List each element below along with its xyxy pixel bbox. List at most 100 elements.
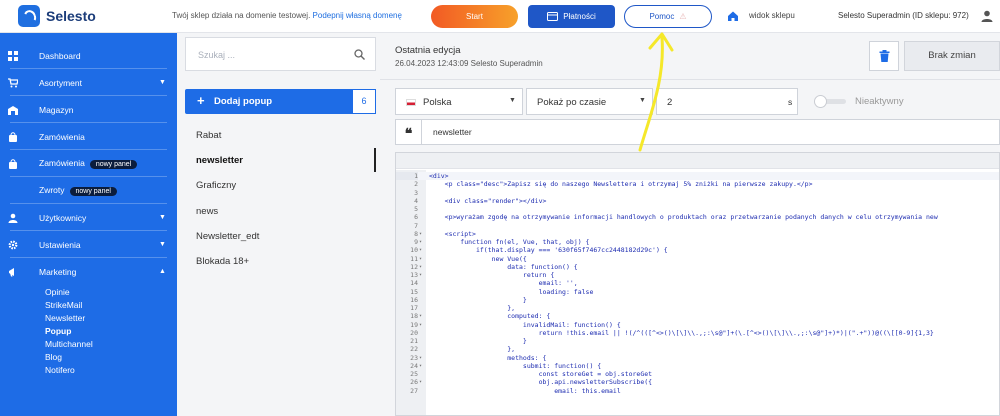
grid-icon: [8, 50, 18, 61]
code-line[interactable]: 2 <p class="desc">Zapisz się do naszego …: [396, 180, 999, 188]
domain-notice: Twój sklep działa na domenie testowej. P…: [172, 11, 402, 20]
add-popup-button[interactable]: + Dodaj popup: [185, 89, 376, 114]
code-line[interactable]: 22 },: [396, 345, 999, 353]
popup-list-item[interactable]: Blokada 18+: [196, 256, 249, 267]
sidebar-subitem-notifero[interactable]: Notifero: [45, 365, 75, 375]
top-bar: Selesto Twój sklep działa na domenie tes…: [0, 0, 1000, 33]
code-line[interactable]: 14 email: '',: [396, 279, 999, 287]
popup-list-item[interactable]: news: [196, 206, 218, 217]
code-line[interactable]: 26 ▾ obj.api.newsletterSubscribe({: [396, 378, 999, 386]
active-toggle[interactable]: [814, 95, 846, 108]
code-line[interactable]: 10 ▾ if(that.display === '630f65f7467cc24…: [396, 246, 999, 254]
code-line[interactable]: 4 <div class="render"></div>: [396, 196, 999, 205]
line-number: 17: [410, 304, 418, 312]
line-number: 3: [414, 188, 418, 197]
fold-arrow-icon[interactable]: ▾: [419, 238, 422, 246]
popup-list-item[interactable]: Graficzny: [196, 180, 236, 191]
code-line[interactable]: 17 },: [396, 304, 999, 312]
line-number: 1: [396, 172, 418, 181]
code-text: invalidMail: function() {: [429, 320, 621, 329]
code-line[interactable]: 23 ▾ methods: {: [396, 353, 999, 362]
fold-arrow-icon[interactable]: ▾: [419, 362, 422, 370]
user-account-icon[interactable]: [980, 9, 994, 23]
code-line[interactable]: 8 ▾ <script>: [396, 230, 999, 238]
sidebar-subitem-popup[interactable]: Popup: [45, 326, 71, 336]
search-icon[interactable]: [354, 49, 365, 60]
code-line[interactable]: 11 ▾ new Vue({: [396, 255, 999, 263]
popup-search[interactable]: Szukaj ...: [185, 37, 376, 71]
sidebar-subitem-multichannel[interactable]: Multichannel: [45, 339, 93, 349]
sidebar-item-orders-new[interactable]: Zamówienia nowy panel: [0, 150, 177, 177]
sidebar-item-label: Zwroty nowy panel: [39, 185, 117, 196]
line-number: 9: [414, 238, 418, 246]
code-line[interactable]: 13 ▾ return {: [396, 271, 999, 279]
code-line[interactable]: 15 loading: false: [396, 288, 999, 296]
sidebar-item-dashboard[interactable]: Dashboard: [0, 42, 177, 69]
fold-arrow-icon[interactable]: ▾: [419, 378, 422, 386]
sidebar-item-settings[interactable]: Ustawienia ▼: [0, 231, 177, 258]
sidebar-subitem-strikemail[interactable]: StrikeMail: [45, 300, 82, 310]
home-icon[interactable]: [726, 9, 740, 23]
fold-arrow-icon[interactable]: ▾: [419, 321, 422, 329]
cart-icon: [8, 77, 18, 87]
fold-arrow-icon[interactable]: ▾: [419, 312, 422, 320]
country-select[interactable]: Polska ▼: [395, 88, 523, 115]
fold-arrow-icon[interactable]: ▾: [419, 246, 422, 254]
logo[interactable]: Selesto: [18, 5, 96, 27]
code-text: email: this.email: [429, 386, 621, 395]
search-input[interactable]: Szukaj ...: [198, 50, 235, 60]
sidebar-subitem-blog[interactable]: Blog: [45, 352, 62, 362]
code-line[interactable]: 9 ▾ function fn(el, Vue, that, obj) {: [396, 238, 999, 246]
fold-arrow-icon[interactable]: ▾: [419, 255, 422, 263]
sidebar-item-marketing[interactable]: Marketing ▲: [0, 258, 177, 285]
active-toggle-label: Nieaktywny: [855, 96, 904, 107]
code-line[interactable]: 25 const storeGet = obj.storeGet: [396, 370, 999, 378]
code-editor[interactable]: 1 <div> 2 <p class="desc">Zapisz się do na…: [395, 152, 1000, 416]
no-changes-button[interactable]: Brak zmian: [904, 41, 1000, 71]
annotation-arrow: [638, 32, 674, 152]
chevron-down-icon: ▼: [509, 97, 516, 104]
code-line[interactable]: 27 email: this.email: [396, 386, 999, 395]
fold-arrow-icon[interactable]: ▾: [419, 230, 422, 238]
code-line[interactable]: 6 <p>wyrażam zgodę na otrzymywanie infor…: [396, 213, 999, 221]
code-line[interactable]: 19 ▾ invalidMail: function() {: [396, 320, 999, 329]
code-text: computed: {: [429, 312, 551, 321]
sidebar-item-users[interactable]: Użytkownicy ▼: [0, 204, 177, 231]
fold-arrow-icon[interactable]: ▾: [419, 263, 422, 271]
code-line[interactable]: 18 ▾ computed: {: [396, 312, 999, 321]
sidebar-item-orders[interactable]: Zamówienia: [0, 123, 177, 150]
start-button[interactable]: Start: [431, 5, 518, 28]
code-line[interactable]: 7: [396, 222, 999, 230]
code-line[interactable]: 1 <div>: [396, 172, 999, 181]
code-line[interactable]: 16 }: [396, 295, 999, 304]
code-line[interactable]: 21 }: [396, 337, 999, 345]
delete-button[interactable]: [869, 41, 899, 71]
code-line[interactable]: 20 return !this.email || !(/^(([^<>()\[\…: [396, 329, 999, 337]
sidebar-item-warehouse[interactable]: Magazyn: [0, 96, 177, 123]
chevron-down-icon: ▼: [159, 241, 166, 248]
sidebar-subitem-opinie[interactable]: Opinie: [45, 287, 70, 297]
code-text: methods: {: [429, 353, 547, 362]
fold-arrow-icon[interactable]: ▾: [419, 354, 422, 362]
popup-list-item[interactable]: Newsletter_edt: [196, 231, 259, 242]
code-line[interactable]: 3: [396, 188, 999, 197]
popup-list-item[interactable]: Rabat: [196, 130, 221, 141]
code-line[interactable]: 12 ▾ data: function() {: [396, 262, 999, 271]
sidebar-item-label: Dashboard: [39, 50, 81, 61]
code-line[interactable]: 5: [396, 205, 999, 213]
payments-button[interactable]: Płatności: [528, 5, 615, 28]
line-number: 16: [410, 295, 418, 304]
sidebar-subitem-newsletter[interactable]: Newsletter: [45, 313, 85, 323]
popup-list-item[interactable]: newsletter: [196, 155, 243, 166]
sidebar-item-assortment[interactable]: Asortyment ▼: [0, 69, 177, 96]
attach-domain-link[interactable]: Podepnij własną domenę: [313, 11, 402, 20]
fold-arrow-icon[interactable]: ▾: [419, 271, 422, 279]
sidebar-item-returns[interactable]: Zwroty nowy panel: [0, 177, 177, 204]
line-number: 4: [414, 196, 418, 205]
popup-name-field[interactable]: ❝ newsletter: [395, 119, 1000, 145]
shop-view-link[interactable]: widok sklepu: [749, 11, 795, 20]
code-text: },: [429, 304, 516, 312]
code-lines: 1 <div> 2 <p class="desc">Zapisz się do na…: [396, 172, 999, 395]
code-text: data: function() {: [429, 262, 578, 271]
code-line[interactable]: 24 ▾ submit: function() {: [396, 362, 999, 370]
